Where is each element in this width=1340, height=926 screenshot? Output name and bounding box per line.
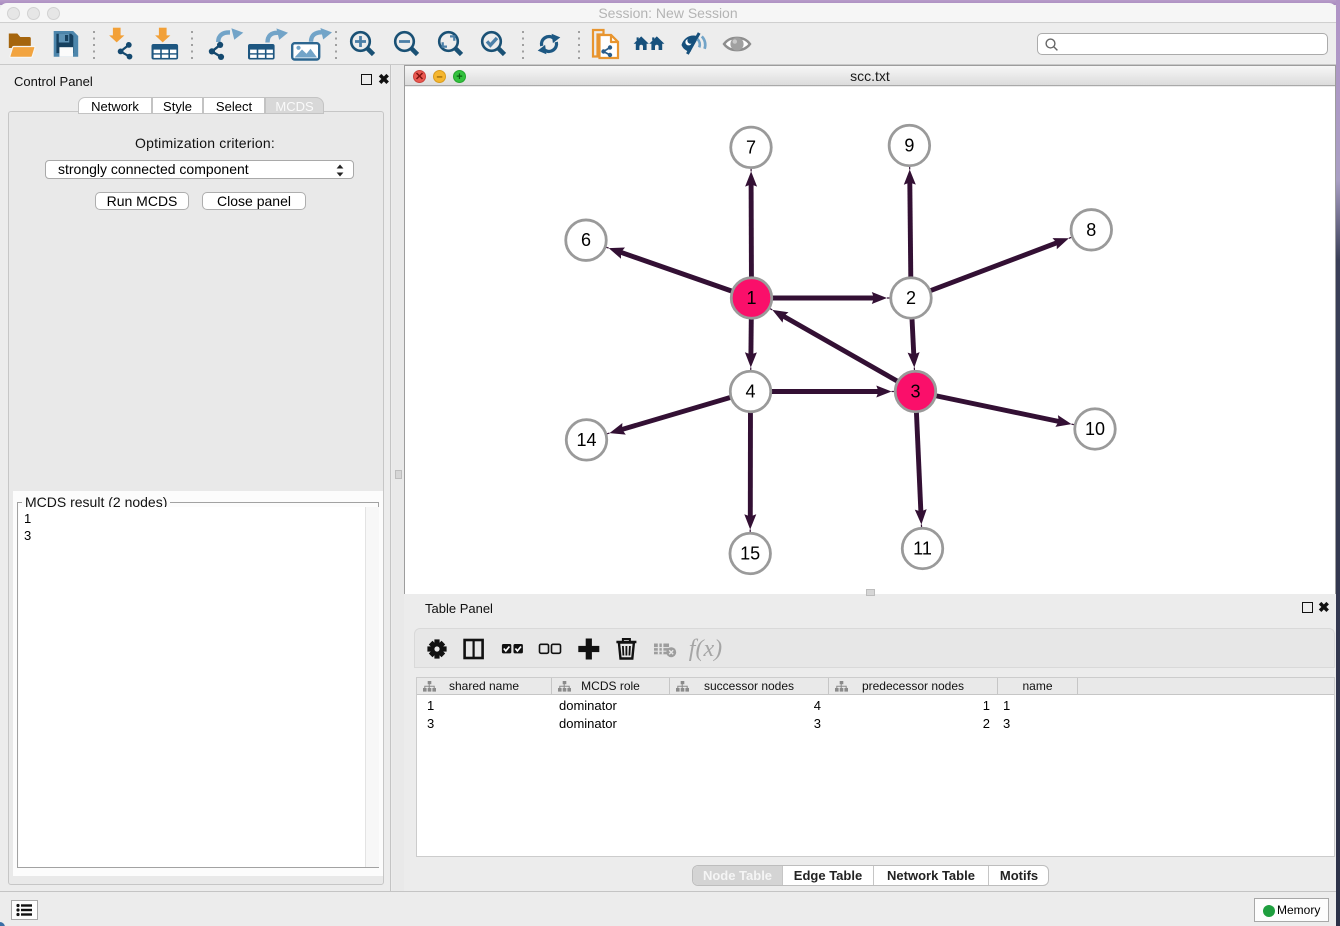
- svg-text:4: 4: [745, 382, 755, 402]
- svg-text:1: 1: [746, 288, 756, 308]
- svg-text:6: 6: [581, 230, 591, 250]
- svg-text:15: 15: [740, 544, 760, 564]
- svg-text:2: 2: [906, 288, 916, 308]
- svg-text:11: 11: [913, 539, 932, 559]
- svg-text:f(x): f(x): [689, 636, 722, 662]
- svg-text:7: 7: [746, 137, 756, 157]
- svg-text:8: 8: [1086, 220, 1096, 240]
- svg-text:10: 10: [1085, 419, 1105, 439]
- svg-text:3: 3: [910, 382, 920, 402]
- svg-text:14: 14: [576, 430, 596, 450]
- svg-text:9: 9: [904, 136, 914, 156]
